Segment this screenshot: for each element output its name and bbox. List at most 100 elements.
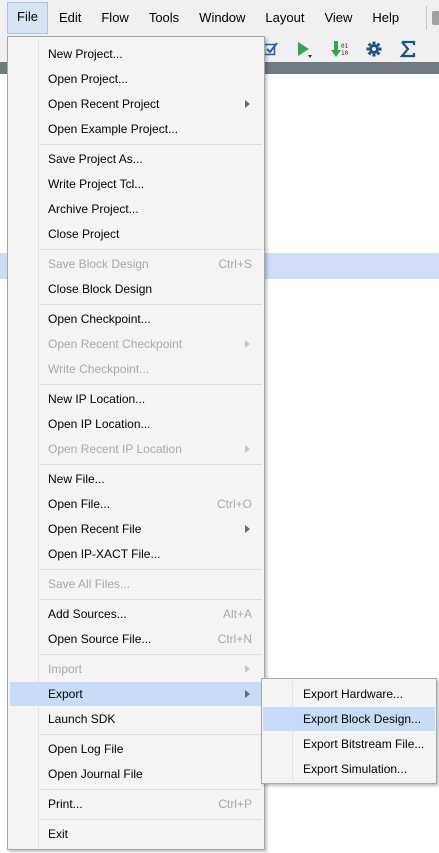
menu-separator: [40, 654, 262, 655]
menu-item-label: Archive Project...: [48, 202, 139, 216]
menu-item-label: Save All Files...: [48, 577, 131, 591]
menu-item-close-block-design[interactable]: Close Block Design: [10, 277, 262, 301]
menu-item-label: Close Block Design: [48, 282, 153, 296]
menu-item-label: New IP Location...: [48, 392, 146, 406]
menu-item-label: Import: [48, 662, 83, 676]
menu-item-open-journal-file[interactable]: Open Journal File: [10, 762, 262, 786]
menu-item-open-recent-file[interactable]: Open Recent File: [10, 517, 262, 541]
menu-item-print[interactable]: Print... Ctrl+P: [10, 792, 262, 816]
menu-item-open-recent-ip-location[interactable]: Open Recent IP Location: [10, 437, 262, 461]
menu-item-new-ip-location[interactable]: New IP Location...: [10, 387, 262, 411]
menu-item-open-example-project[interactable]: Open Example Project...: [10, 117, 262, 141]
menu-item-label: Open File...: [48, 497, 111, 511]
submenu-arrow-icon: [245, 340, 250, 348]
menu-item-label: Open Project...: [48, 72, 129, 86]
menu-layout[interactable]: Layout: [256, 3, 313, 33]
submenu-arrow-icon: [245, 525, 250, 533]
shortcut-label: Ctrl+O: [216, 497, 252, 511]
menu-item-label: Open Recent IP Location: [48, 442, 182, 456]
shortcut-label: Alt+A: [222, 607, 252, 621]
menu-separator: [40, 464, 262, 465]
menu-item-label: Print...: [48, 797, 83, 811]
menu-item-add-sources[interactable]: Add Sources... Alt+A: [10, 602, 262, 626]
menu-item-label: Export Bitstream File...: [303, 737, 425, 751]
run-icon[interactable]: [292, 38, 314, 60]
menu-view[interactable]: View: [315, 3, 361, 33]
menu-item-label: Write Checkpoint...: [48, 362, 150, 376]
menu-edit[interactable]: Edit: [50, 3, 90, 33]
menu-item-label: Close Project: [48, 227, 120, 241]
menu-item-new-file[interactable]: New File...: [10, 467, 262, 491]
submenu-arrow-icon: [245, 100, 250, 108]
menu-item-open-checkpoint[interactable]: Open Checkpoint...: [10, 307, 262, 331]
menu-item-label: Export Block Design...: [303, 712, 422, 726]
menu-item-label: Save Project As...: [48, 152, 143, 166]
submenu-item-export-simulation[interactable]: Export Simulation...: [263, 757, 435, 781]
menu-item-export[interactable]: Export: [10, 682, 262, 706]
submenu-arrow-icon: [245, 690, 250, 698]
menu-item-open-log-file[interactable]: Open Log File: [10, 737, 262, 761]
submenu-arrow-icon: [245, 445, 250, 453]
menu-item-open-recent-project[interactable]: Open Recent Project: [10, 92, 262, 116]
menu-separator: [40, 819, 262, 820]
menu-item-write-checkpoint[interactable]: Write Checkpoint...: [10, 357, 262, 381]
menu-item-label: New Project...: [48, 47, 123, 61]
menu-item-label: Open Recent File: [48, 522, 142, 536]
menu-help[interactable]: Help: [363, 3, 408, 33]
menu-item-label: Save Block Design: [48, 257, 149, 271]
menu-item-new-project[interactable]: New Project...: [10, 42, 262, 66]
menu-separator: [40, 249, 262, 250]
submenu-arrow-icon: [245, 665, 250, 673]
menu-item-archive-project[interactable]: Archive Project...: [10, 197, 262, 221]
menu-item-import[interactable]: Import: [10, 657, 262, 681]
menu-item-label: Export Hardware...: [303, 687, 404, 701]
submenu-item-export-bitstream-file[interactable]: Export Bitstream File...: [263, 732, 435, 756]
menu-item-open-recent-checkpoint[interactable]: Open Recent Checkpoint: [10, 332, 262, 356]
menu-item-save-all-files[interactable]: Save All Files...: [10, 572, 262, 596]
menu-separator: [40, 789, 262, 790]
menu-file[interactable]: File: [7, 2, 48, 34]
menu-separator: [40, 599, 262, 600]
menu-separator: [40, 734, 262, 735]
menu-item-label: Open Example Project...: [48, 122, 179, 136]
menu-separator: [40, 569, 262, 570]
menu-item-open-ip-xact-file[interactable]: Open IP-XACT File...: [10, 542, 262, 566]
menu-tools[interactable]: Tools: [140, 3, 188, 33]
menu-item-launch-sdk[interactable]: Launch SDK: [10, 707, 262, 731]
menu-separator: [40, 144, 262, 145]
menu-item-label: New File...: [48, 472, 105, 486]
menu-item-save-project-as[interactable]: Save Project As...: [10, 147, 262, 171]
menu-item-write-project-tcl[interactable]: Write Project Tcl...: [10, 172, 262, 196]
svg-text:01: 01: [341, 43, 349, 50]
menu-bar: File Edit Flow Tools Window Layout View …: [0, 0, 439, 36]
export-submenu: Export Hardware... Export Block Design..…: [261, 678, 437, 784]
menu-item-label: Exit: [48, 827, 69, 841]
menu-window[interactable]: Window: [190, 3, 254, 33]
sigma-icon[interactable]: [397, 38, 419, 60]
menu-item-label: Open Recent Project: [48, 97, 160, 111]
bitstream-icon[interactable]: 01 10: [329, 38, 351, 60]
menu-item-close-project[interactable]: Close Project: [10, 222, 262, 246]
menu-flow[interactable]: Flow: [92, 3, 137, 33]
menubar-divider: [426, 6, 427, 30]
menu-item-open-project[interactable]: Open Project...: [10, 67, 262, 91]
submenu-item-export-hardware[interactable]: Export Hardware...: [263, 682, 435, 706]
quick-access-icon[interactable]: [432, 11, 439, 25]
svg-text:10: 10: [341, 50, 349, 57]
menu-item-open-source-file[interactable]: Open Source File... Ctrl+N: [10, 627, 262, 651]
menu-item-label: Open Recent Checkpoint: [48, 337, 183, 351]
menu-item-label: Open Source File...: [48, 632, 152, 646]
menu-item-exit[interactable]: Exit: [10, 822, 262, 846]
settings-gear-icon[interactable]: [363, 38, 385, 60]
shortcut-label: Ctrl+N: [217, 632, 252, 646]
submenu-item-export-block-design[interactable]: Export Block Design...: [263, 707, 435, 731]
menu-item-save-block-design[interactable]: Save Block Design Ctrl+S: [10, 252, 262, 276]
menu-item-open-ip-location[interactable]: Open IP Location...: [10, 412, 262, 436]
shortcut-label: Ctrl+P: [218, 797, 252, 811]
menu-separator: [40, 304, 262, 305]
menu-item-open-file[interactable]: Open File... Ctrl+O: [10, 492, 262, 516]
menu-item-label: Export Simulation...: [303, 762, 408, 776]
file-menu: New Project... Open Project... Open Rece…: [7, 36, 265, 850]
menu-separator: [40, 384, 262, 385]
shortcut-label: Ctrl+S: [218, 257, 252, 271]
